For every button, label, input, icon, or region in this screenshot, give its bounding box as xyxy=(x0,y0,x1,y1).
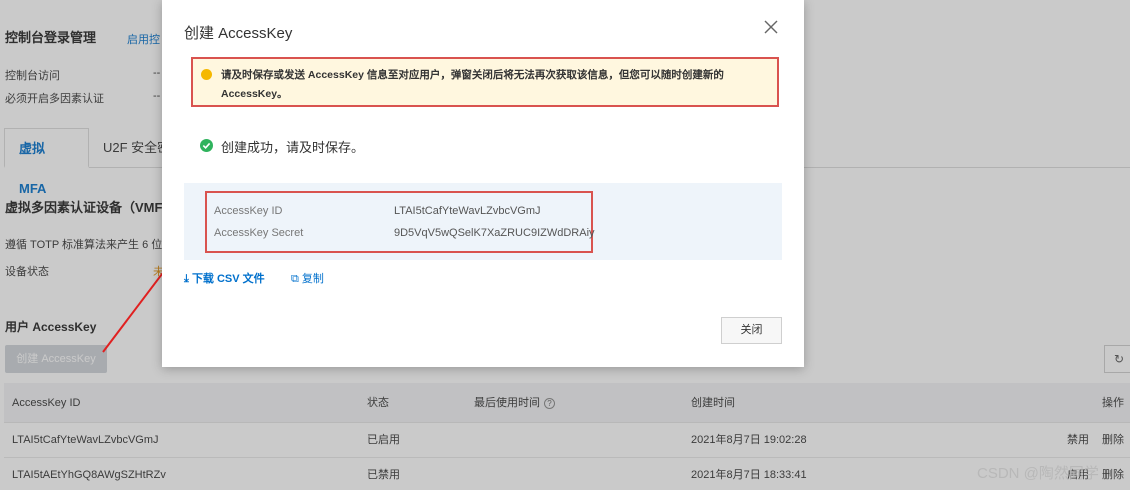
close-icon[interactable] xyxy=(762,18,780,36)
warning-icon xyxy=(201,69,212,80)
success-text: 创建成功，请及时保存。 xyxy=(221,140,365,155)
dialog-title: 创建 AccessKey xyxy=(184,25,293,42)
download-csv-link[interactable]: ⤓ 下载 CSV 文件 xyxy=(184,270,265,286)
key-id-label: AccessKey ID xyxy=(214,205,283,217)
accesskey-highlight-box: AccessKey ID LTAI5tCafYteWavLZvbcVGmJ Ac… xyxy=(205,191,595,253)
accesskey-info-panel: AccessKey ID LTAI5tCafYteWavLZvbcVGmJ Ac… xyxy=(184,183,782,260)
copy-icon: ⧉ xyxy=(291,273,299,285)
key-secret-value[interactable]: 9D5VqV5wQSelK7XaZRUC9IZWdDRAiy xyxy=(394,227,595,239)
close-button[interactable]: 关闭 xyxy=(721,317,782,344)
key-secret-label: AccessKey Secret xyxy=(214,227,304,239)
key-id-value[interactable]: LTAI5tCafYteWavLZvbcVGmJ xyxy=(394,205,541,217)
watermark: CSDN @陶然同学 xyxy=(977,465,1099,482)
success-check-icon xyxy=(200,139,213,152)
warning-alert: 请及时保存或发送 AccessKey 信息至对应用户，弹窗关闭后将无法再次获取该… xyxy=(191,57,779,107)
warning-text: 请及时保存或发送 AccessKey 信息至对应用户，弹窗关闭后将无法再次获取该… xyxy=(221,69,724,100)
create-accesskey-dialog: 创建 AccessKey 请及时保存或发送 AccessKey 信息至对应用户，… xyxy=(162,0,804,367)
copy-link[interactable]: ⧉ 复制 xyxy=(291,270,324,286)
download-icon: ⤓ xyxy=(184,273,189,285)
